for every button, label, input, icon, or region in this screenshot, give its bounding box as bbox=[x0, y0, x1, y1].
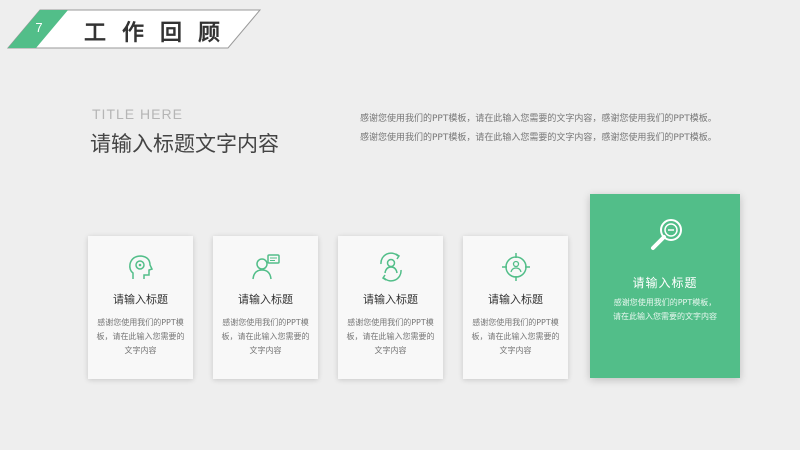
card-text: 感谢您使用我们的PPT模板，请在此输入您需要的文字内容 bbox=[346, 318, 435, 355]
slide-header: 7 工作回顾 bbox=[0, 0, 800, 60]
feature-card-3: 请输入标题 感谢您使用我们的PPT模板，请在此输入您需要的文字内容 bbox=[338, 236, 443, 379]
card-text: 感谢您使用我们的PPT模板，请在此输入您需要的文字内容 bbox=[471, 318, 560, 355]
feature-card-4: 请输入标题 感谢您使用我们的PPT模板，请在此输入您需要的文字内容 bbox=[463, 236, 568, 379]
main-title: 请输入标题文字内容 bbox=[90, 132, 279, 156]
intro-text: 感谢您使用我们的PPT模板，请在此输入您需要的文字内容，感谢您使用我们的PPT模… bbox=[360, 114, 717, 143]
target-person-icon bbox=[502, 253, 530, 281]
card-title: 请输入标题 bbox=[632, 276, 698, 290]
feature-card-2: 请输入标题 感谢您使用我们的PPT模板，请在此输入您需要的文字内容 bbox=[213, 236, 318, 379]
title-eyebrow: TITLE HERE bbox=[92, 106, 183, 122]
slide-number: 7 bbox=[35, 20, 43, 35]
feature-card-1: 请输入标题 感谢您使用我们的PPT模板，请在此输入您需要的文字内容 bbox=[88, 236, 193, 379]
card-title: 请输入标题 bbox=[488, 293, 543, 306]
feature-card-highlight: 请输入标题 感谢您使用我们的PPT模板，请在此输入您需要的文字内容 bbox=[590, 194, 740, 378]
card-text: 感谢您使用我们的PPT模板，请在此输入您需要的文字内容 bbox=[613, 298, 717, 321]
card-text: 感谢您使用我们的PPT模板，请在此输入您需要的文字内容 bbox=[221, 318, 310, 355]
card-text: 感谢您使用我们的PPT模板，请在此输入您需要的文字内容 bbox=[96, 318, 185, 355]
card-title: 请输入标题 bbox=[113, 293, 168, 306]
people-exchange-icon bbox=[380, 252, 402, 282]
card-title: 请输入标题 bbox=[363, 293, 418, 306]
magnifier-icon bbox=[651, 219, 682, 250]
section-title: 工作回顾 bbox=[84, 21, 237, 46]
card-title: 请输入标题 bbox=[238, 293, 293, 306]
head-gear-icon bbox=[129, 255, 154, 279]
person-chat-icon bbox=[252, 254, 280, 280]
